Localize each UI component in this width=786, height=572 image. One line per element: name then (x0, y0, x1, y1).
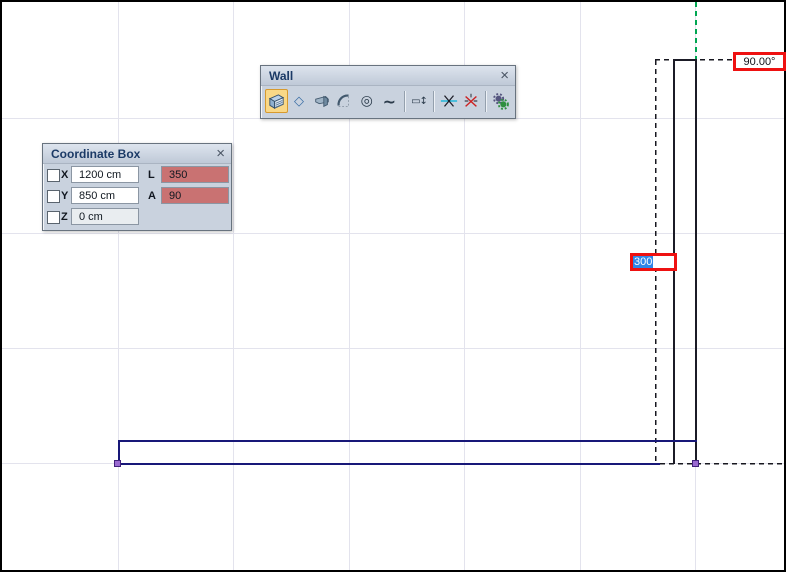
z-lock-checkbox[interactable] (47, 211, 60, 224)
y-lock-checkbox[interactable] (47, 190, 60, 203)
break-wall-glyph (462, 92, 480, 110)
a-label: A (148, 190, 156, 202)
bottom-wall-top-edge[interactable] (118, 440, 697, 442)
intersection-glyph (440, 92, 458, 110)
wall-height-icon[interactable]: ▭↕ (408, 89, 431, 113)
grid-line (118, 2, 119, 570)
x-lock-checkbox[interactable] (47, 169, 60, 182)
grid-line (580, 2, 581, 570)
snap-guide-green-dashed-line (695, 2, 697, 60)
grid-line (2, 233, 784, 234)
curved-wall-icon[interactable] (333, 89, 356, 113)
l-label: L (148, 169, 155, 181)
settings-gears-icon[interactable] (489, 89, 512, 113)
angle-readout-value: 90.00° (744, 56, 776, 68)
settings-gears-glyph (491, 92, 510, 111)
bottom-wall-reference-edge[interactable] (118, 463, 660, 465)
coordinate-box-titlebar[interactable]: Coordinate Box × (43, 144, 231, 164)
wall-top-cap-edge[interactable] (673, 59, 697, 61)
grid-line (2, 348, 784, 349)
toolbar-separator (485, 91, 486, 112)
x-input[interactable] (71, 166, 139, 183)
straight-wall-glyph (267, 92, 286, 111)
coordinate-box-title: Coordinate Box (51, 147, 140, 161)
corner-wall-icon[interactable] (310, 89, 333, 113)
toolbar-separator (433, 91, 434, 112)
reference-extension-dashed-line (660, 463, 784, 465)
length-field[interactable] (161, 166, 229, 183)
wall-toolbar: Wall × ◇ ◎ ~ ▭↕ (260, 65, 516, 119)
z-label: Z (61, 211, 68, 223)
close-icon[interactable]: × (216, 147, 225, 160)
grid-line (233, 2, 234, 570)
corner-wall-glyph (313, 92, 331, 110)
straight-wall-icon[interactable] (265, 89, 288, 113)
wall-right-edge[interactable] (695, 59, 697, 464)
toolbar-separator (404, 91, 405, 112)
angle-field[interactable] (161, 187, 229, 204)
wall-toolbar-buttons: ◇ ◎ ~ ▭↕ (261, 86, 515, 115)
circular-wall-icon[interactable]: ◎ (355, 89, 378, 113)
wall-node-handle[interactable] (692, 460, 699, 467)
close-icon[interactable]: × (500, 69, 509, 82)
chained-wall-icon[interactable]: ◇ (288, 89, 311, 113)
y-label: Y (61, 190, 68, 202)
curved-wall-glyph (335, 92, 353, 110)
y-input[interactable] (71, 187, 139, 204)
wall-toolbar-title: Wall (269, 69, 293, 83)
length-input[interactable]: 300 (630, 253, 677, 271)
intersection-icon[interactable] (437, 89, 460, 113)
coordinate-box: Coordinate Box × X L Y A Z (42, 143, 232, 231)
break-wall-icon[interactable] (460, 89, 483, 113)
wall-toolbar-titlebar[interactable]: Wall × (261, 66, 515, 86)
wall-node-handle[interactable] (114, 460, 121, 467)
angle-readout: 90.00° (733, 52, 786, 71)
z-input[interactable] (71, 208, 139, 225)
x-label: X (61, 169, 68, 181)
spline-wall-icon[interactable]: ~ (378, 89, 401, 113)
length-input-selected-text: 300 (633, 256, 653, 268)
